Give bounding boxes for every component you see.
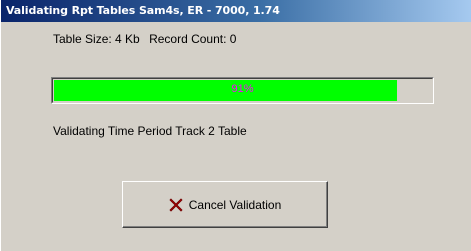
progress-percent-label: 91% <box>231 83 254 95</box>
record-count-label: Record Count: 0 <box>149 32 237 46</box>
table-size-label: Table Size: 4 Kb <box>53 32 140 46</box>
status-message: Validating Time Period Track 2 Table <box>53 124 247 138</box>
progress-bar: 91% <box>51 77 434 104</box>
cancel-validation-label: Cancel Validation <box>188 197 282 212</box>
table-info: Table Size: 4 Kb Record Count: 0 <box>53 32 236 46</box>
validation-dialog: Validating Rpt Tables Sam4s, ER - 7000, … <box>0 0 471 251</box>
window-title: Validating Rpt Tables Sam4s, ER - 7000, … <box>6 4 280 17</box>
title-bar[interactable]: Validating Rpt Tables Sam4s, ER - 7000, … <box>1 0 471 22</box>
close-x-icon <box>169 197 183 212</box>
cancel-validation-button[interactable]: Cancel Validation <box>122 181 328 228</box>
